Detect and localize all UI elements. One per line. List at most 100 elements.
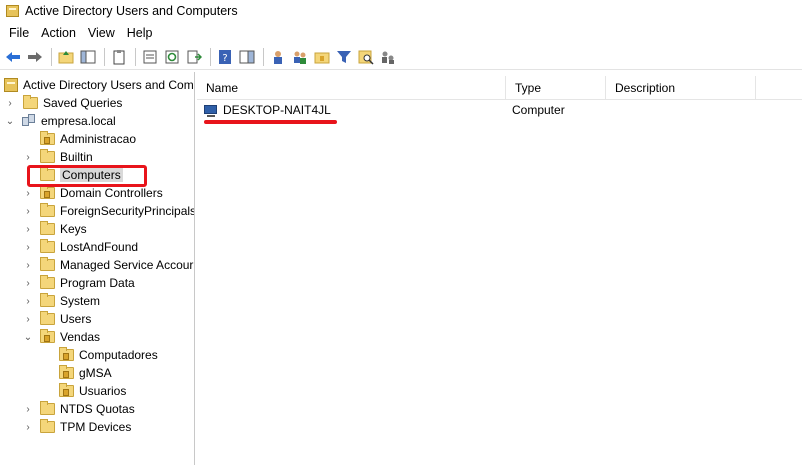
- delegate-icon[interactable]: [378, 47, 398, 67]
- tree-item-program-data[interactable]: › Program Data: [22, 274, 135, 292]
- tree-item-gmsa[interactable]: gMSA: [41, 364, 112, 382]
- filter-icon[interactable]: [334, 47, 354, 67]
- properties-icon[interactable]: [140, 47, 160, 67]
- find-icon[interactable]: [356, 47, 376, 67]
- menu-action[interactable]: Action: [35, 26, 82, 40]
- new-user-icon[interactable]: [268, 47, 288, 67]
- tree-item-label: Computadores: [79, 348, 158, 362]
- folder-icon: [40, 401, 55, 415]
- ou-folder-icon: [40, 329, 55, 343]
- new-group-icon[interactable]: [290, 47, 310, 67]
- aduc-root-icon: [4, 78, 18, 92]
- tree-item-system[interactable]: › System: [22, 292, 100, 310]
- tree-item-label: System: [60, 294, 101, 308]
- menu-view[interactable]: View: [82, 26, 121, 40]
- refresh-icon[interactable]: [162, 47, 182, 67]
- new-ou-icon[interactable]: [312, 47, 332, 67]
- menu-file[interactable]: File: [3, 26, 35, 40]
- tree-item-label: Usuarios: [79, 384, 127, 398]
- tree-item-computadores[interactable]: Computadores: [41, 346, 158, 364]
- tree-item-usuarios[interactable]: Usuarios: [41, 382, 126, 400]
- chevron-right-icon[interactable]: ›: [22, 418, 34, 436]
- toolbar-separator: [263, 47, 264, 66]
- tree-item-label: gMSA: [79, 366, 112, 380]
- chevron-down-icon[interactable]: ⌄: [4, 112, 16, 130]
- chevron-right-icon[interactable]: ›: [22, 400, 34, 418]
- cell-type: Computer: [512, 103, 565, 117]
- clipboard-icon[interactable]: [109, 47, 129, 67]
- cell-description: [606, 100, 756, 120]
- tree-item-label: Vendas: [60, 330, 101, 344]
- chevron-right-icon[interactable]: ›: [22, 274, 34, 292]
- chevron-right-icon[interactable]: ›: [22, 256, 34, 274]
- forward-arrow-icon[interactable]: [25, 47, 45, 67]
- folder-icon: [40, 293, 55, 307]
- tree-item-managed-service-accour[interactable]: › Managed Service Accour: [22, 256, 193, 274]
- tree-item-lostandfound[interactable]: › LostAndFound: [22, 238, 138, 256]
- console-tree[interactable]: Active Directory Users and Com › Saved Q…: [0, 72, 195, 465]
- computers-highlight-box: [27, 165, 147, 187]
- tree-root[interactable]: Active Directory Users and Com: [4, 76, 194, 94]
- cell-name: DESKTOP-NAIT4JL: [197, 100, 506, 120]
- chevron-right-icon[interactable]: ›: [4, 94, 16, 112]
- tree-item-users[interactable]: › Users: [22, 310, 91, 328]
- back-arrow-icon[interactable]: [3, 47, 23, 67]
- console-tree-icon[interactable]: [237, 47, 257, 67]
- app-icon: [6, 5, 19, 17]
- column-type[interactable]: Type: [506, 76, 606, 100]
- folder-icon: [23, 95, 38, 109]
- help-icon[interactable]: ?: [215, 47, 235, 67]
- tree-item-administracao[interactable]: Administracao: [22, 130, 136, 148]
- tree-item-label: Builtin: [60, 150, 93, 164]
- tree-item-label: NTDS Quotas: [60, 402, 135, 416]
- folder-icon: [40, 239, 55, 253]
- tree-item-vendas[interactable]: ⌄ Vendas: [22, 328, 100, 346]
- tree-item-keys[interactable]: › Keys: [22, 220, 87, 238]
- toolbar-separator: [104, 47, 105, 66]
- chevron-right-icon[interactable]: ›: [22, 292, 34, 310]
- tree-item-tpm-devices[interactable]: › TPM Devices: [22, 418, 131, 436]
- menu-help[interactable]: Help: [121, 26, 159, 40]
- tree-item-label: empresa.local: [41, 114, 116, 128]
- folder-icon: [40, 311, 55, 325]
- tree-item-foreignsecurityprincipals[interactable]: › ForeignSecurityPrincipals: [22, 202, 195, 220]
- folder-icon: [40, 257, 55, 271]
- details-pane[interactable]: Name Type Description DESKTOP-NAIT4JL Co…: [197, 72, 802, 465]
- export-list-icon[interactable]: [184, 47, 204, 67]
- ou-folder-icon: [59, 347, 74, 361]
- chevron-right-icon[interactable]: ›: [22, 148, 34, 166]
- tree-item-label: Managed Service Accour: [60, 258, 194, 272]
- svg-text:?: ?: [222, 53, 227, 64]
- chevron-down-icon[interactable]: ⌄: [22, 328, 34, 346]
- chevron-right-icon[interactable]: ›: [22, 310, 34, 328]
- tree-item-ntds-quotas[interactable]: › NTDS Quotas: [22, 400, 135, 418]
- tree-item-label: ForeignSecurityPrincipals: [60, 204, 195, 218]
- toolbar-separator: [51, 47, 52, 66]
- chevron-right-icon[interactable]: ›: [22, 202, 34, 220]
- tree-item-builtin[interactable]: › Builtin: [22, 148, 93, 166]
- ou-folder-icon: [59, 365, 74, 379]
- list-header: Name Type Description: [197, 76, 802, 100]
- tree-item-label: Program Data: [60, 276, 135, 290]
- domain-icon: [21, 114, 37, 128]
- show-tree-icon[interactable]: [78, 47, 98, 67]
- title-bar: Active Directory Users and Computers: [0, 0, 802, 22]
- tree-item-saved-queries[interactable]: › Saved Queries: [4, 94, 122, 112]
- list-item[interactable]: DESKTOP-NAIT4JL Computer: [197, 100, 756, 120]
- tree-item-label: Administracao: [60, 132, 137, 146]
- column-description[interactable]: Description: [606, 76, 756, 100]
- tree-item-domain[interactable]: ⌄ empresa.local: [4, 112, 116, 130]
- folder-icon: [40, 149, 55, 163]
- column-name[interactable]: Name: [197, 76, 506, 100]
- folder-icon: [40, 221, 55, 235]
- computer-name: DESKTOP-NAIT4JL: [223, 103, 331, 117]
- chevron-right-icon[interactable]: ›: [22, 238, 34, 256]
- folder-icon: [40, 203, 55, 217]
- up-folder-icon[interactable]: [56, 47, 76, 67]
- ou-folder-icon: [40, 131, 55, 145]
- chevron-right-icon[interactable]: ›: [22, 220, 34, 238]
- menu-bar: File Action View Help: [0, 22, 802, 43]
